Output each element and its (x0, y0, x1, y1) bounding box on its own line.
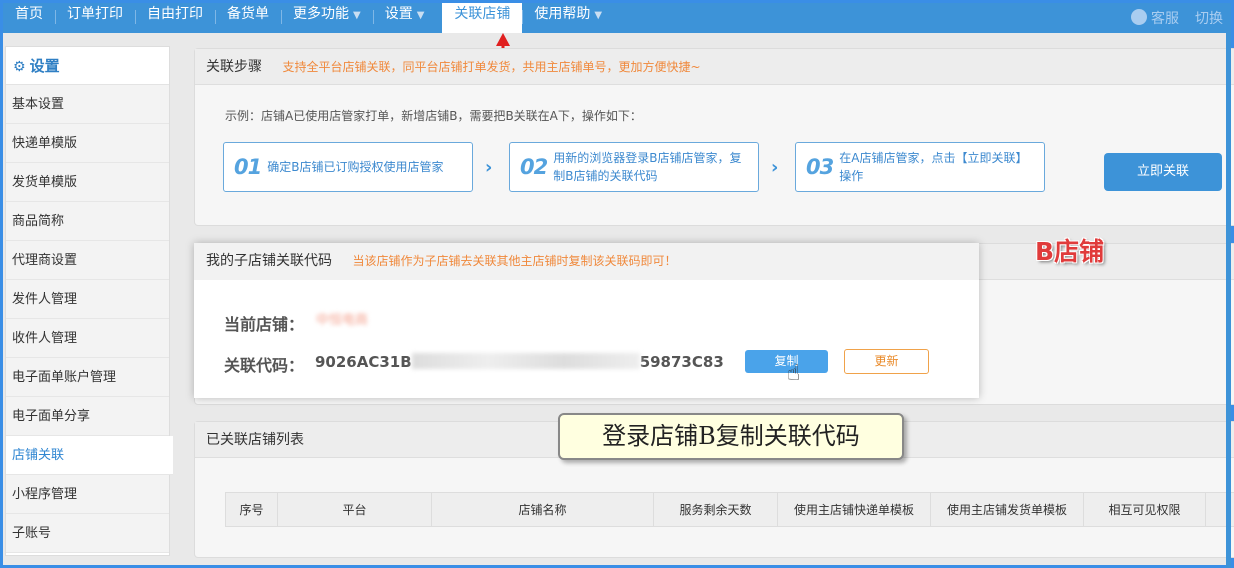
code-panel-header: 我的子店铺关联代码 当该店铺作为子店铺去关联其他主店铺时复制该关联码即可！ (194, 243, 979, 280)
sidebar-item-sender[interactable]: 发件人管理 (6, 280, 169, 319)
nav-help[interactable]: 使用帮助 ▼ (522, 3, 614, 33)
sidebar-item-agent[interactable]: 代理商设置 (6, 241, 169, 280)
nav-order-print[interactable]: 订单打印 (55, 3, 135, 33)
sidebar-item-ewaybill-share[interactable]: 电子面单分享 (6, 397, 169, 436)
link-code-value: 9026AC31B 59873C83 (315, 353, 724, 371)
sidebar-item-delivery-template[interactable]: 发货单模版 (6, 163, 169, 202)
column-header: 服务剩余天数 (653, 492, 778, 527)
step-number: 02 (520, 155, 548, 179)
nav-help-label: 使用帮助 (534, 6, 591, 22)
column-header: 相互可见权限 (1083, 492, 1206, 527)
nav-home[interactable]: 首页 (3, 3, 55, 33)
link-steps-panel: 关联步骤 支持全平台店铺关联，同平台店铺打单发货，共用主店铺单号，更加方便快捷~… (194, 48, 1234, 226)
store-b-letter: B (1035, 237, 1055, 266)
chevron-down-icon: ▼ (353, 10, 361, 21)
chevron-down-icon: ▼ (594, 10, 603, 21)
nav-settings-label: 设置 (384, 6, 413, 22)
nav-settings[interactable]: 设置 ▼ (372, 3, 437, 33)
column-header: 序号 (225, 492, 278, 527)
store-b-text: 店铺 (1054, 237, 1105, 266)
step-1: 01 确定B店铺已订购授权使用店管家 (223, 142, 473, 192)
link-now-button[interactable]: 立即关联 (1104, 153, 1222, 191)
nav-stock-list[interactable]: 备货单 (215, 3, 281, 33)
sidebar-item-sub-account[interactable]: 子账号 (6, 514, 169, 553)
linked-stores-title: 已关联店铺列表 (206, 432, 304, 448)
refresh-code-button[interactable]: 更新 (844, 349, 929, 374)
sidebar-item-store-link[interactable]: 店铺关联 (6, 436, 173, 475)
sidebar-item-basic[interactable]: 基本设置 (6, 85, 169, 124)
sidebar-item-product-alias[interactable]: 商品简称 (6, 202, 169, 241)
chevron-right-icon: › (771, 157, 779, 178)
nav-more[interactable]: 更多功能 ▼ (281, 3, 373, 33)
example-text: 示例：店铺A已使用店管家打单，新增店铺B，需要把B关联在A下，操作如下： (225, 109, 642, 123)
chevron-right-icon: › (485, 157, 493, 178)
link-steps-header: 关联步骤 支持全平台店铺关联，同平台店铺打单发货，共用主店铺单号，更加方便快捷~ (195, 49, 1234, 85)
gear-icon: ⚙ (13, 59, 26, 75)
code-panel-tip: 当该店铺作为子店铺去关联其他主店铺时复制该关联码即可！ (352, 254, 677, 268)
link-code-label: 关联代码： (224, 356, 305, 375)
sidebar-item-receiver[interactable]: 收件人管理 (6, 319, 169, 358)
nav-link-store[interactable]: 关联店铺 (442, 3, 523, 33)
customer-service-button[interactable]: 客服 (1123, 8, 1187, 28)
current-store-label: 当前店铺： (224, 315, 305, 334)
link-code-prefix: 9026AC31B (315, 353, 412, 371)
link-steps-tip: 支持全平台店铺关联，同平台店铺打单发货，共用主店铺单号，更加方便快捷~ (282, 60, 701, 74)
link-steps-title: 关联步骤 (206, 59, 262, 75)
sidebar-item-ewaybill-account[interactable]: 电子面单账户管理 (6, 358, 169, 397)
column-header: 使用主店铺快递单模板 (777, 492, 931, 527)
service-label: 客服 (1151, 11, 1179, 27)
step-number: 01 (234, 155, 262, 179)
hand-cursor-icon: ☝ (787, 361, 801, 386)
step-text: 确定B店铺已订购授权使用店管家 (267, 160, 444, 174)
link-code-mask (411, 353, 640, 369)
step-text: 用新的浏览器登录B店铺店管家，复制B店铺的关联代码 (553, 151, 742, 183)
sidebar-item-mini-program[interactable]: 小程序管理 (6, 475, 169, 514)
chevron-down-icon: ▼ (416, 10, 425, 21)
sidebar-item-express-template[interactable]: 快递单模版 (6, 124, 169, 163)
sidebar-title-label: 设置 (29, 57, 60, 75)
sub-store-code-panel: 我的子店铺关联代码 当该店铺作为子店铺去关联其他主店铺时复制该关联码即可！ 当前… (194, 243, 979, 398)
top-navigation: 首页 订单打印 自由打印 备货单 更多功能 ▼ 设置 ▼ 关联店铺 使用帮助 ▼ 客服… (3, 3, 1231, 33)
store-b-annotation: B店铺 (1035, 232, 1104, 268)
link-code-suffix: 59873C83 (639, 353, 724, 371)
settings-sidebar: ⚙ 设置 基本设置 快递单模版 发货单模版 商品简称 代理商设置 发件人管理 收件… (5, 46, 173, 556)
switch-button[interactable]: 切换 (1187, 8, 1231, 28)
right-edge-bar (1226, 33, 1231, 568)
sidebar-title: ⚙ 设置 (6, 47, 169, 85)
linked-stores-table: 序号 平台 店铺名称 服务剩余天数 使用主店铺快递单模板 使用主店铺发货单模板 … (225, 492, 1234, 527)
column-header: 平台 (277, 492, 432, 527)
step-2: 02 用新的浏览器登录B店铺店管家，复制B店铺的关联代码 (509, 142, 759, 192)
code-panel-title: 我的子店铺关联代码 (206, 253, 332, 269)
support-icon (1131, 9, 1147, 25)
instruction-callout: 登录店铺B复制关联代码 (558, 413, 904, 460)
current-store-name: 中恒电商 (316, 313, 369, 328)
nav-more-label: 更多功能 (293, 6, 349, 22)
step-number: 03 (806, 155, 834, 179)
column-header: 使用主店铺发货单模板 (930, 492, 1084, 527)
step-3: 03 在A店铺店管家，点击【立即关联】操作 (795, 142, 1045, 192)
table-header-row: 序号 平台 店铺名称 服务剩余天数 使用主店铺快递单模板 使用主店铺发货单模板 … (225, 492, 1234, 527)
column-header: 店铺名称 (431, 492, 654, 527)
step-text: 在A店铺店管家，点击【立即关联】操作 (839, 151, 1028, 183)
nav-free-print[interactable]: 自由打印 (135, 3, 215, 33)
